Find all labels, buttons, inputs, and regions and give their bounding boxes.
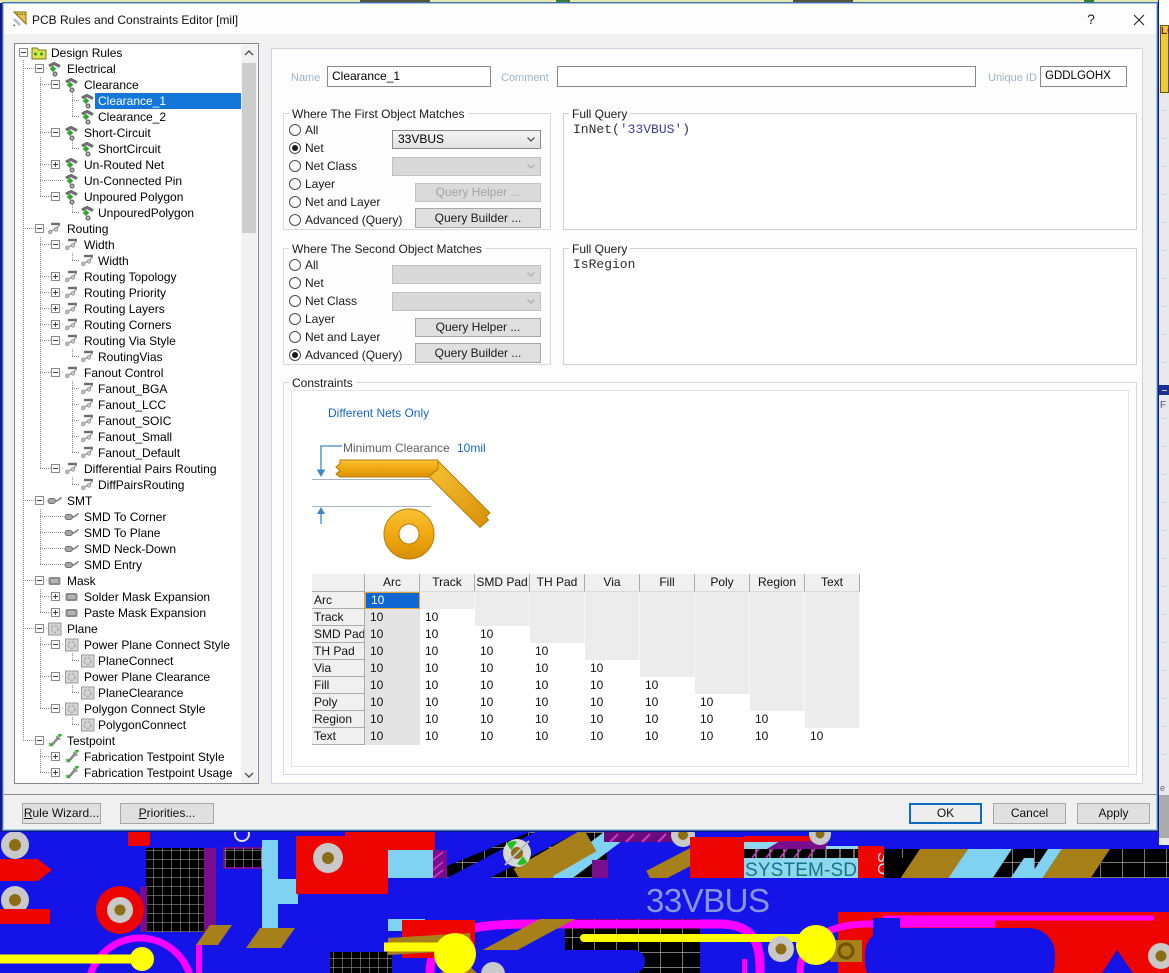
svg-text:SYSTEM-SD: SYSTEM-SD	[745, 860, 857, 881]
svg-text:33VBUS: 33VBUS	[646, 882, 770, 919]
